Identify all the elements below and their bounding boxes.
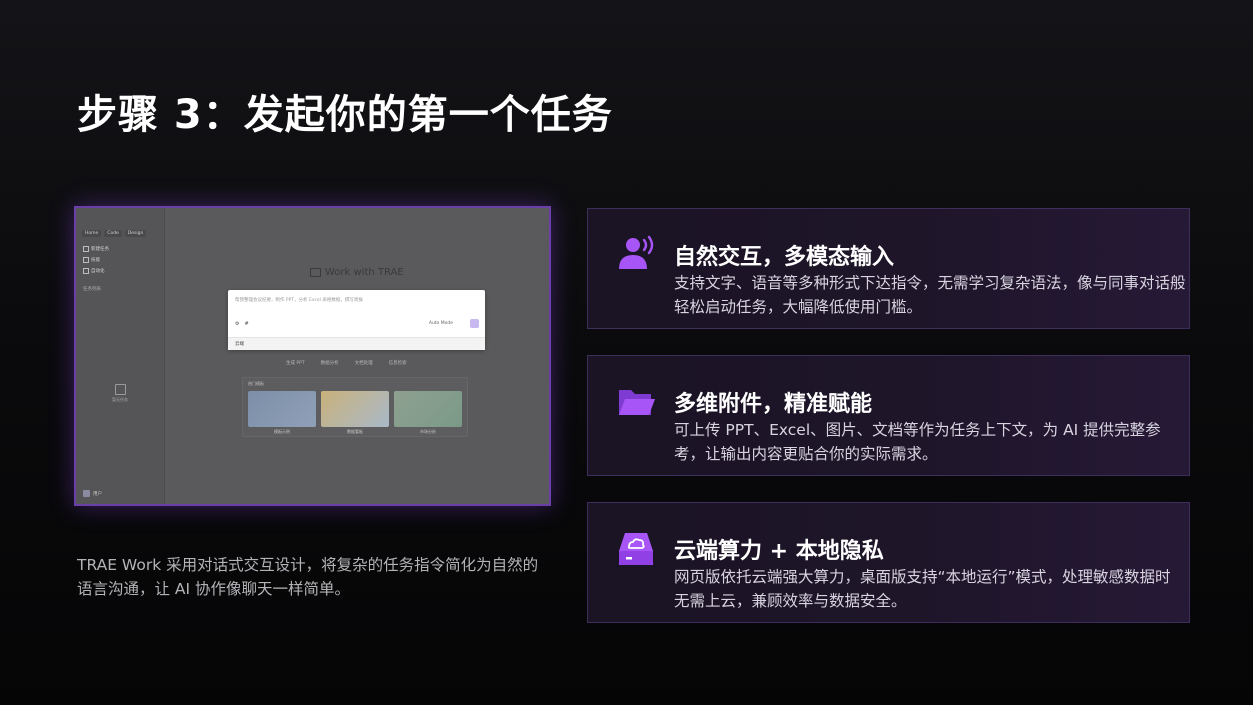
screenshot-sidebar-item: 自动化 [83, 268, 105, 274]
feature-title: 多维附件，精准赋能 [674, 392, 873, 417]
screenshot-input-placeholder: 帮我整理会议纪要，制作 PPT，分析 Excel 表格数据，撰写周报 [235, 298, 363, 303]
screenshot-tab: Design [124, 230, 147, 237]
screenshot-template-panel: 热门模板 模板示例 数据看板 市场分析 [242, 377, 468, 437]
screenshot-chips: 生成 PPT 数据分析 文档处理 信息检索 [286, 361, 407, 366]
screenshot-input-footer: 云端 [228, 337, 485, 350]
feature-card-attachments: 多维附件，精准赋能 可上传 PPT、Excel、图片、文档等作为任务上下文，为 … [587, 355, 1190, 476]
slide-title: 步骤 3：发起你的第一个任务 [77, 92, 613, 138]
feature-description: 网页版依托云端强大算力，桌面版支持“本地运行”模式，处理敏感数据时无需上云，兼顾… [674, 568, 1171, 610]
app-screenshot: Home Code Design 新建任务 技能 自动化 任务列表 暂无任务 用… [74, 206, 551, 506]
screenshot-sidebar-item: 新建任务 [83, 246, 109, 252]
screenshot-caption: TRAE Work 采用对话式交互设计，将复杂的任务指令简化为自然的语言沟通，让… [77, 556, 539, 598]
screenshot-tab: Home [82, 230, 102, 237]
screenshot-sidebar-section: 任务列表 [83, 287, 101, 292]
screenshot-card [248, 391, 316, 427]
feature-card-cloud-local: 云端算力 + 本地隐私 网页版依托云端强大算力，桌面版支持“本地运行”模式，处理… [587, 502, 1190, 623]
send-icon [470, 319, 479, 328]
screenshot-card [321, 391, 389, 427]
settings-icon: ⚙ [235, 321, 240, 327]
feature-title: 自然交互，多模态输入 [674, 245, 895, 270]
feature-card-multimodal: 自然交互，多模态输入 支持文字、语音等多种形式下达指令，无需学习复杂语法，像与同… [587, 208, 1190, 329]
screenshot-mode-label: Auto Mode [428, 321, 453, 326]
cloud-drive-icon [619, 533, 653, 565]
screenshot-sidebar-item: 技能 [83, 257, 100, 263]
screenshot-tab: Code [104, 230, 122, 237]
feature-description: 支持文字、语音等多种形式下达指令，无需学习复杂语法，像与同事对话般轻松启动任务，… [674, 274, 1186, 316]
screenshot-user: 用户 [83, 490, 102, 497]
attach-icon: # [244, 321, 249, 327]
screenshot-card [394, 391, 462, 427]
screenshot-input-box: 帮我整理会议纪要，制作 PPT，分析 Excel 表格数据，撰写周报 ⚙ # Au… [228, 290, 485, 350]
feature-description: 可上传 PPT、Excel、图片、文档等作为任务上下文，为 AI 提供完整参考，… [674, 421, 1161, 463]
voice-user-icon [619, 235, 654, 269]
screenshot-tabs: Home Code Design [82, 230, 147, 237]
screenshot-input-tools: ⚙ # [235, 321, 249, 327]
avatar [83, 490, 90, 497]
book-icon [310, 268, 321, 277]
screenshot-empty-state: 暂无任务 [106, 384, 134, 403]
feature-title: 云端算力 + 本地隐私 [674, 539, 884, 564]
screenshot-sidebar: Home Code Design 新建任务 技能 自动化 任务列表 暂无任务 用… [76, 208, 165, 504]
folder-icon [619, 390, 655, 415]
screenshot-heading: Work with TRAE [310, 267, 404, 278]
